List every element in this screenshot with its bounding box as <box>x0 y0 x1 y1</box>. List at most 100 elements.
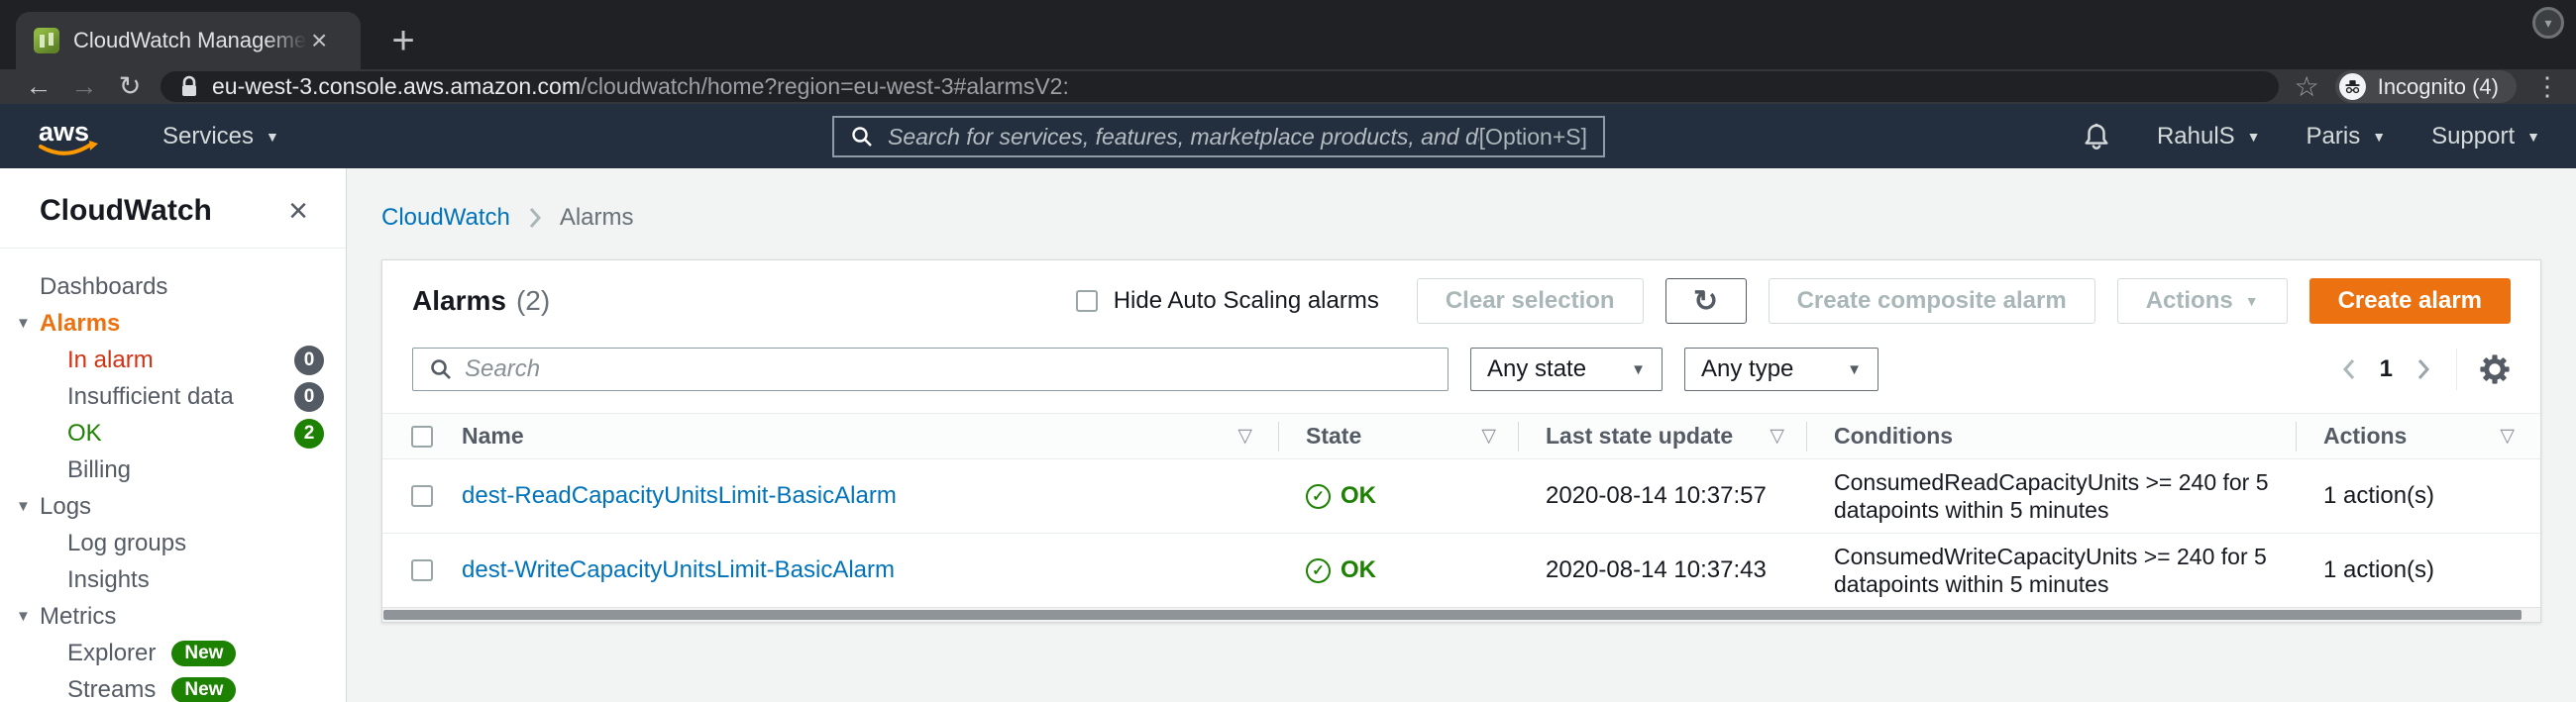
sidebar-item-insights[interactable]: Insights <box>0 561 346 598</box>
alarm-search-input[interactable] <box>465 355 1432 383</box>
sidebar-title: CloudWatch <box>40 194 212 227</box>
aws-search-bar[interactable]: [Option+S] <box>832 116 1605 157</box>
sort-icon[interactable]: ▽ <box>1481 425 1496 448</box>
sidebar-item-logs[interactable]: ▼ Logs <box>0 488 346 525</box>
sidebar-close-icon[interactable]: × <box>288 194 308 228</box>
url-text: eu-west-3.console.aws.amazon.com/cloudwa… <box>212 73 1069 100</box>
refresh-button[interactable]: ↻ <box>1664 278 1747 324</box>
alarm-name-link[interactable]: dest-WriteCapacityUnitsLimit-BasicAlarm <box>462 556 895 584</box>
scrollbar-thumb[interactable] <box>383 610 2522 620</box>
sidebar-item-ok[interactable]: OK 2 <box>0 415 346 451</box>
type-filter-select[interactable]: Any type ▼ <box>1684 348 1878 391</box>
column-header-actions[interactable]: Actions ▽ <box>2296 423 2540 450</box>
column-label: State <box>1306 423 1362 449</box>
expand-caret-icon[interactable]: ▼ <box>16 607 31 624</box>
region-menu[interactable]: Paris ▼ <box>2307 123 2387 150</box>
type-filter-value: Any type <box>1701 355 1794 382</box>
sort-icon[interactable]: ▽ <box>1770 425 1784 448</box>
table-settings-gear-icon[interactable] <box>2479 353 2511 385</box>
notifications-bell-icon[interactable] <box>2082 121 2111 152</box>
column-label: Actions <box>2323 423 2408 449</box>
sidebar-item-in-alarm[interactable]: In alarm 0 <box>0 342 346 378</box>
sidebar-nav: Dashboards ▼ Alarms In alarm 0 Insuffici… <box>0 249 346 702</box>
tab-close-icon[interactable]: × <box>311 27 327 54</box>
sidebar-item-insufficient-data[interactable]: Insufficient data 0 <box>0 378 346 415</box>
expand-caret-icon[interactable]: ▼ <box>16 314 31 331</box>
actions-count: 1 action(s) <box>2323 556 2435 583</box>
breadcrumb-cloudwatch-link[interactable]: CloudWatch <box>381 204 510 232</box>
horizontal-scrollbar[interactable] <box>382 607 2540 622</box>
checkbox-icon[interactable] <box>1075 290 1098 312</box>
sort-icon[interactable]: ▽ <box>1237 425 1252 448</box>
forward-button[interactable]: → <box>61 71 107 102</box>
aws-search-input[interactable] <box>888 123 1479 150</box>
panel-title: Alarms <box>412 285 506 316</box>
select-all-checkbox[interactable] <box>382 425 462 448</box>
count-badge: 0 <box>294 345 324 375</box>
lock-icon <box>180 75 198 99</box>
state-filter-value: Any state <box>1487 355 1587 382</box>
tab-strip: CloudWatch Management Cons × + ▾ <box>0 0 2576 69</box>
account-menu[interactable]: RahulS ▼ <box>2157 123 2261 150</box>
next-page-icon[interactable] <box>2416 357 2430 381</box>
breadcrumb-current: Alarms <box>559 204 634 231</box>
sidebar-item-explorer[interactable]: Explorer New <box>0 635 346 671</box>
checkbox-icon[interactable] <box>411 559 433 581</box>
alarm-search-box[interactable] <box>412 348 1449 391</box>
column-header-state[interactable]: State ▽ <box>1278 423 1518 450</box>
sort-icon[interactable]: ▽ <box>2500 425 2515 448</box>
search-shortcut: [Option+S] <box>1478 123 1587 150</box>
state-filter-select[interactable]: Any state ▼ <box>1470 348 1663 391</box>
count-badge: 0 <box>294 381 324 412</box>
pagination-divider <box>2456 349 2457 390</box>
expand-caret-icon[interactable]: ▼ <box>16 497 31 514</box>
row-checkbox[interactable] <box>382 559 462 581</box>
clear-selection-button[interactable]: Clear selection <box>1416 278 1644 324</box>
create-composite-alarm-button[interactable]: Create composite alarm <box>1768 278 2095 324</box>
panel-count: (2) <box>515 285 551 316</box>
search-icon <box>850 125 874 149</box>
cloudwatch-sidebar: CloudWatch × Dashboards ▼ Alarms In alar… <box>0 168 347 702</box>
column-label: Name <box>462 423 524 449</box>
new-tab-button[interactable]: + <box>380 18 426 63</box>
sidebar-item-dashboards[interactable]: Dashboards <box>0 268 346 305</box>
browser-tab[interactable]: CloudWatch Management Cons × <box>16 12 361 69</box>
table-row[interactable]: dest-ReadCapacityUnitsLimit-BasicAlarm ✓… <box>382 458 2540 533</box>
bookmark-star-icon[interactable]: ☆ <box>2295 70 2319 103</box>
row-checkbox[interactable] <box>382 485 462 507</box>
page-content: CloudWatch × Dashboards ▼ Alarms In alar… <box>0 168 2576 702</box>
incognito-icon <box>2338 73 2366 100</box>
back-button[interactable]: ← <box>16 71 61 102</box>
column-label: Conditions <box>1834 423 1954 449</box>
aws-logo[interactable]: aws <box>36 117 101 160</box>
sidebar-item-streams[interactable]: Streams New <box>0 671 346 702</box>
column-header-last-state-update[interactable]: Last state update ▽ <box>1518 423 1806 450</box>
sidebar-item-log-groups[interactable]: Log groups <box>0 525 346 561</box>
sidebar-item-label: Log groups <box>67 529 187 556</box>
create-alarm-button[interactable]: Create alarm <box>2308 278 2511 324</box>
column-header-conditions[interactable]: Conditions <box>1806 423 2296 450</box>
column-header-name[interactable]: Name ▽ <box>462 423 1278 450</box>
sidebar-item-label: Dashboards <box>40 272 168 300</box>
support-menu[interactable]: Support ▼ <box>2431 123 2540 150</box>
sidebar-item-metrics[interactable]: ▼ Metrics <box>0 598 346 635</box>
services-label: Services <box>162 122 255 150</box>
filter-row: Any state ▼ Any type ▼ 1 <box>382 342 2540 413</box>
browser-corner-icon[interactable]: ▾ <box>2532 7 2564 39</box>
sidebar-item-alarms[interactable]: ▼ Alarms <box>0 305 346 342</box>
sidebar-item-billing[interactable]: Billing <box>0 451 346 488</box>
sidebar-header: CloudWatch × <box>0 168 346 248</box>
services-menu[interactable]: Services ▼ <box>162 123 279 150</box>
cloudwatch-favicon-icon <box>34 28 59 53</box>
alarm-name-link[interactable]: dest-ReadCapacityUnitsLimit-BasicAlarm <box>462 482 897 510</box>
actions-dropdown-button[interactable]: Actions ▼ <box>2116 278 2288 324</box>
hide-autoscaling-checkbox[interactable]: Hide Auto Scaling alarms <box>1075 287 1379 315</box>
prev-page-icon[interactable] <box>2342 357 2356 381</box>
checkbox-icon[interactable] <box>411 425 433 448</box>
reload-button[interactable]: ↻ <box>107 71 153 102</box>
table-row[interactable]: dest-WriteCapacityUnitsLimit-BasicAlarm … <box>382 533 2540 607</box>
browser-menu-icon[interactable]: ⋮ <box>2534 71 2560 102</box>
address-bar[interactable]: eu-west-3.console.aws.amazon.com/cloudwa… <box>161 71 2279 102</box>
sidebar-item-label: Insufficient data <box>67 382 234 410</box>
checkbox-icon[interactable] <box>411 485 433 507</box>
